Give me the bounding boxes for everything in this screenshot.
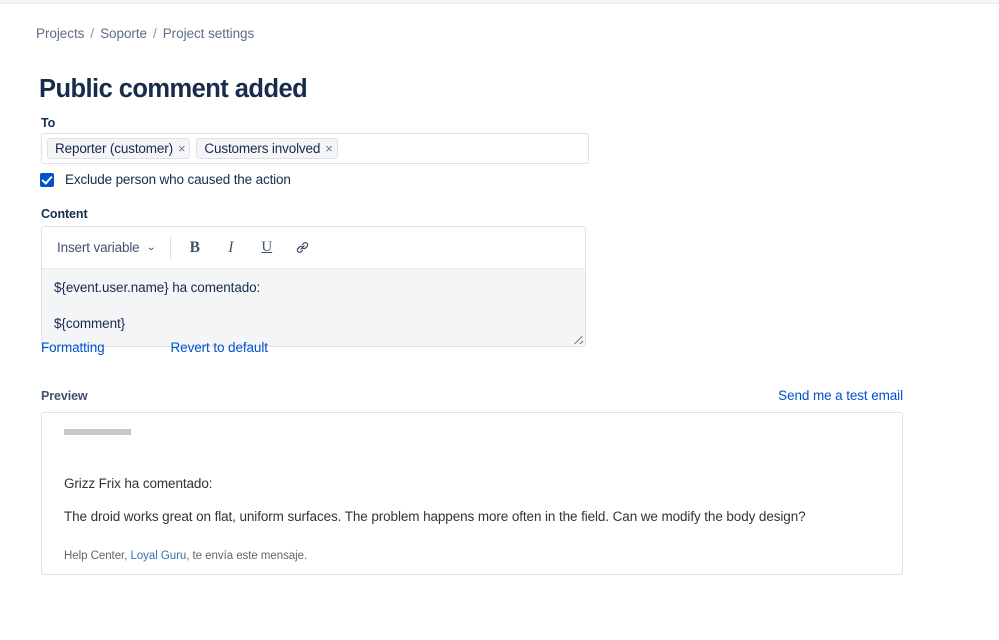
- preview-footer-link[interactable]: Loyal Guru: [130, 550, 186, 562]
- breadcrumb-separator: /: [90, 26, 95, 41]
- preview-footer-prefix: Help Center,: [64, 550, 131, 562]
- recipient-tag-label: Reporter (customer): [55, 141, 173, 156]
- link-icon[interactable]: [289, 235, 317, 261]
- close-icon[interactable]: ×: [325, 142, 333, 155]
- send-test-email-link[interactable]: Send me a test email: [778, 388, 903, 403]
- editor-links-row: Formatting Revert to default: [41, 340, 268, 355]
- breadcrumb-separator: /: [153, 26, 157, 41]
- content-line: ${comment}: [54, 315, 126, 331]
- breadcrumb-item-soporte[interactable]: Soporte: [100, 26, 147, 41]
- revert-to-default-link[interactable]: Revert to default: [171, 340, 268, 355]
- preview-greeting: Grizz Frix ha comentado:: [64, 476, 213, 491]
- bold-button[interactable]: B: [181, 235, 209, 261]
- recipient-tag-customers-involved[interactable]: Customers involved ×: [196, 138, 338, 159]
- exclude-person-checkbox-row[interactable]: Exclude person who caused the action: [40, 172, 291, 187]
- preview-footer-suffix: , te envía este mensaje.: [186, 550, 308, 562]
- to-field[interactable]: Reporter (customer) × Customers involved…: [41, 133, 589, 164]
- settings-page: Projects / Soporte / Project settings Public…: [0, 4, 999, 640]
- logo-placeholder-icon: [64, 429, 131, 435]
- content-editor: Insert variable ⌄ B I U ${event.user.nam…: [41, 226, 586, 347]
- to-field-label: To: [41, 116, 56, 130]
- content-label: Content: [41, 207, 88, 221]
- checkbox-checked-icon[interactable]: [40, 172, 54, 187]
- recipient-tag-reporter[interactable]: Reporter (customer) ×: [47, 138, 191, 159]
- chevron-down-icon: ⌄: [145, 242, 156, 253]
- email-preview-panel: Grizz Frix ha comentado: The droid works…: [41, 412, 903, 575]
- editor-toolbar: Insert variable ⌄ B I U: [42, 227, 585, 269]
- insert-variable-label: Insert variable: [57, 240, 140, 255]
- content-textarea[interactable]: ${event.user.name} ha comentado: ${comme…: [42, 269, 585, 346]
- breadcrumb: Projects / Soporte / Project settings: [36, 26, 254, 41]
- resize-handle[interactable]: [571, 332, 583, 344]
- formatting-link[interactable]: Formatting: [41, 340, 105, 355]
- italic-button[interactable]: I: [217, 235, 245, 261]
- breadcrumb-item-projects[interactable]: Projects: [36, 26, 84, 41]
- recipient-tag-label: Customers involved: [204, 141, 321, 156]
- underline-button[interactable]: U: [253, 235, 281, 261]
- close-icon[interactable]: ×: [178, 142, 186, 155]
- preview-label: Preview: [41, 389, 88, 403]
- breadcrumb-item-project-settings[interactable]: Project settings: [163, 26, 255, 41]
- page-title: Public comment added: [39, 75, 308, 103]
- exclude-person-label: Exclude person who caused the action: [65, 172, 291, 187]
- content-line: ${event.user.name} ha comentado:: [54, 280, 261, 295]
- insert-variable-dropdown[interactable]: Insert variable ⌄: [51, 236, 161, 259]
- preview-footer: Help Center, Loyal Guru, te envía este m…: [64, 550, 888, 562]
- toolbar-divider: [169, 236, 171, 259]
- preview-body-text: The droid works great on flat, uniform s…: [64, 509, 806, 524]
